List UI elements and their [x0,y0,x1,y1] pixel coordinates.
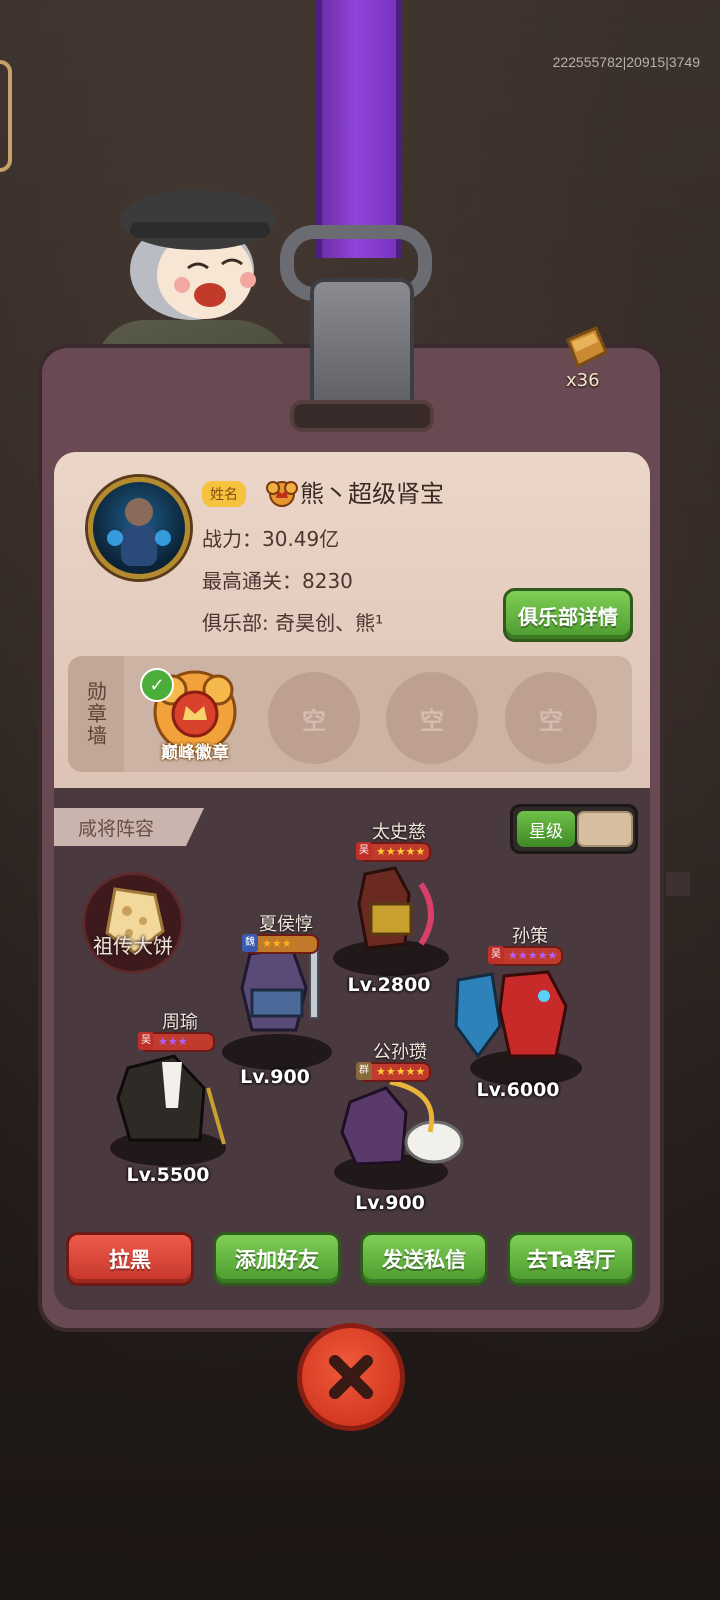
hero-figure-zhouyu[interactable] [108,1048,238,1148]
faction-badge: 吴 [488,946,504,964]
hero-level-zhouyu: Lv.5500 [126,1164,210,1186]
gold-count: x36 [566,370,600,391]
medal-slot-1-label: 巅峰徽章 [161,743,229,763]
hero-stars-xiahoudun: 魏 ★★★ [242,934,319,954]
faction-badge: 群 [356,1062,372,1080]
club-stat: 俱乐部: 奇昊创、熊¹ [202,607,383,636]
hero-figure-gongsunzan[interactable] [330,1072,470,1172]
close-icon [329,1355,373,1399]
equipped-check-icon: ✓ [140,668,174,702]
hero-name-sunce: 孙策 [512,926,548,947]
name-tag: 姓名 [202,481,246,507]
hero-stars-gongsunzan: 群 ★★★★★ [356,1062,432,1082]
faction-badge: 魏 [242,934,258,952]
medal-slot-4[interactable]: 空 [505,672,597,764]
side-panel-edge[interactable] [0,60,12,172]
medal-slot-3[interactable]: 空 [386,672,478,764]
hero-stars-zhouyu: 吴 ★★★ [138,1032,215,1052]
add-friend-button[interactable]: 添加好友 [213,1232,341,1286]
toggle-knob [577,811,633,847]
character-head [120,190,275,320]
send-message-button[interactable]: 发送私信 [360,1232,488,1286]
hero-level-gongsunzan: Lv.900 [355,1192,425,1214]
relic-label: 祖传大饼 [93,934,173,958]
club-label: 俱乐部: [202,611,276,635]
star-level-toggle-label: 星级 [517,811,575,847]
lanyard-clip [310,278,414,416]
power-label: 战力： [202,527,262,551]
max-stage-label: 最高通关： [202,569,302,593]
build-id: 222555782|20915|3749 [552,54,700,70]
card-slot [290,400,434,432]
hero-figure-taishici[interactable] [335,864,445,956]
hero-name-zhouyu: 周瑜 [162,1012,198,1033]
gold-bar-icon [566,326,608,369]
power-stat: 战力：30.49亿 [202,523,339,552]
hero-figure-sunce[interactable] [448,966,588,1066]
hero-name-gongsunzan: 公孙瓒 [373,1042,427,1063]
hero-name-xiahoudun: 夏侯惇 [259,914,313,935]
faction-badge: 吴 [356,842,372,860]
medal-slot-2[interactable]: 空 [268,672,360,764]
star-level-toggle[interactable]: 星级 [510,804,638,854]
visit-lounge-button[interactable]: 去Ta客厅 [507,1232,635,1286]
hero-level-xiahoudun: Lv.900 [240,1066,310,1088]
hero-level-sunce: Lv.6000 [476,1079,560,1101]
hero-stars-sunce: 吴 ★★★★★ [488,946,564,966]
hero-platform [222,1034,332,1070]
lanyard-strap [316,0,402,258]
block-button[interactable]: 拉黑 [66,1232,194,1286]
side-arrow-icon[interactable] [666,872,690,896]
max-stage-stat: 最高通关：8230 [202,565,353,594]
club-value: 奇昊创、熊¹ [275,611,384,635]
player-avatar[interactable] [88,477,190,579]
lineup-tab: 咸将阵容 [54,808,204,846]
player-name: 熊丶超级肾宝 [300,480,444,508]
power-value: 30.49亿 [262,527,340,551]
max-stage-value: 8230 [302,569,353,593]
close-button[interactable] [297,1323,405,1431]
avatar-portrait-icon [107,498,171,566]
hero-name-taishici: 太史慈 [372,822,426,843]
hero-level-taishici: Lv.2800 [347,974,431,996]
club-details-button[interactable]: 俱乐部详情 [503,588,633,642]
rank-crown-icon [266,481,298,507]
medal-wall-label: 勋章墙 [68,656,124,772]
hero-stars-taishici: 吴 ★★★★★ [356,842,432,862]
faction-badge: 吴 [138,1032,154,1050]
